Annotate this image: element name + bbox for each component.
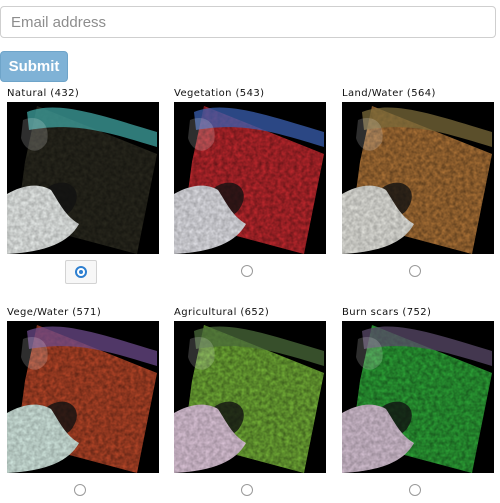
email-input[interactable] xyxy=(0,6,496,38)
radio-container xyxy=(232,260,264,284)
satellite-thumbnail xyxy=(7,321,159,473)
satellite-thumbnail xyxy=(174,102,326,254)
band-label: Natural (432) xyxy=(7,88,80,99)
radio-container xyxy=(400,260,432,284)
radio-container xyxy=(65,479,97,503)
submit-button[interactable]: Submit xyxy=(0,51,68,82)
radio-container xyxy=(232,479,264,503)
band-radio[interactable] xyxy=(241,265,253,277)
radio-container xyxy=(400,479,432,503)
band-label: Land/Water (564) xyxy=(342,88,436,99)
radio-container xyxy=(65,260,97,284)
satellite-thumbnail xyxy=(342,102,494,254)
band-label: Vege/Water (571) xyxy=(7,307,102,318)
satellite-thumbnail xyxy=(342,321,494,473)
band-radio[interactable] xyxy=(241,484,253,496)
satellite-thumbnail xyxy=(7,102,159,254)
band-label: Agricultural (652) xyxy=(174,307,270,318)
band-radio[interactable] xyxy=(75,266,87,278)
band-label: Vegetation (543) xyxy=(174,88,265,99)
band-radio[interactable] xyxy=(74,484,86,496)
satellite-thumbnail xyxy=(174,321,326,473)
band-radio[interactable] xyxy=(409,484,421,496)
band-label: Burn scars (752) xyxy=(342,307,432,318)
band-radio[interactable] xyxy=(409,265,421,277)
